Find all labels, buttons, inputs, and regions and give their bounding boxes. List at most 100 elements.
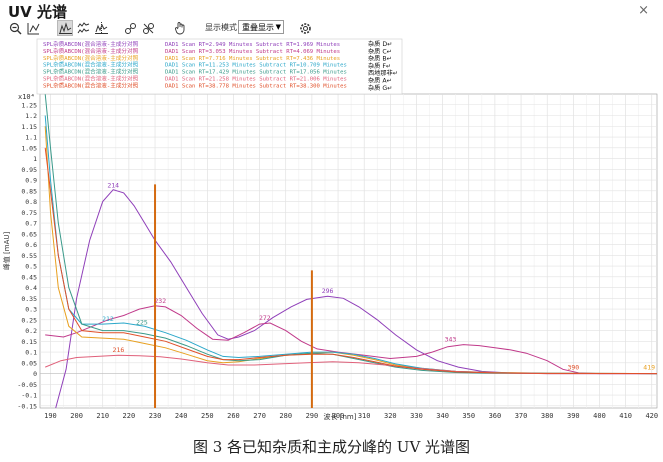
legend-sample-name: SPL杂质ABCDN(混合溶液-主成分对照 xyxy=(43,40,139,48)
x-tick-label: 400 xyxy=(593,412,606,420)
legend-scan-info: DAD1 Scan RT=3.053 Minutes Subtract RT=4… xyxy=(165,49,340,55)
figure-caption: 图 3 各已知杂质和主成分峰的 UV 光谱图 xyxy=(192,438,471,456)
x-tick-label: 330 xyxy=(410,412,423,420)
settings-gear-icon[interactable] xyxy=(298,20,312,36)
y-tick-label: 0.4 xyxy=(25,284,37,292)
x-axis-label: 波长 [nm] xyxy=(324,412,357,421)
x-tick-label: 240 xyxy=(175,412,188,420)
y-tick-label: 0.1 xyxy=(25,349,37,357)
y-tick-label: 0.9 xyxy=(25,177,37,185)
x-tick-label: 350 xyxy=(462,412,475,420)
peak-label-212: 212 xyxy=(102,315,114,323)
peak-label-232: 232 xyxy=(154,297,166,305)
y-multiplier-label: x10⁴ xyxy=(18,93,35,101)
x-tick-label: 200 xyxy=(70,412,83,420)
peak-label-272: 272 xyxy=(259,314,271,322)
legend-compound-name: 杂质 F↵ xyxy=(368,62,391,70)
y-tick-label: 0.7 xyxy=(25,220,37,228)
overlay-view-icon[interactable] xyxy=(57,20,73,36)
y-tick-label: -0.15 xyxy=(17,402,37,410)
y-tick-label: 0.8 xyxy=(25,198,37,206)
link-icon[interactable] xyxy=(123,20,137,36)
y-tick-label: 0.15 xyxy=(21,338,37,346)
x-tick-label: 360 xyxy=(489,412,502,420)
x-tick-label: 210 xyxy=(96,412,109,420)
peak-label-343: 343 xyxy=(445,335,457,343)
legend-sample-name: SPL杂质ABCDN(混合溶液-主成分对照 xyxy=(43,81,139,89)
x-tick-label: 340 xyxy=(436,412,449,420)
unlink-icon[interactable] xyxy=(141,20,155,36)
y-axis-label: 峰值 [mAU] xyxy=(2,232,11,271)
y-tick-label: 0.05 xyxy=(21,359,37,367)
y-tick-label: 1.2 xyxy=(25,112,37,120)
x-tick-label: 190 xyxy=(44,412,57,420)
y-tick-label: 0.65 xyxy=(21,230,37,238)
legend-sample-name: SPL杂质ABCDN(混合溶液-主成分对照 xyxy=(43,75,139,83)
split-view-icon[interactable] xyxy=(93,20,109,36)
y-tick-label: 0.75 xyxy=(21,209,37,217)
y-tick-label: 1.1 xyxy=(25,134,37,142)
legend-scan-info: DAD1 Scan RT=7.716 Minutes Subtract RT=7… xyxy=(165,56,340,62)
legend-sample-name: SPL杂质ABCDN(混合溶液-主成分对照 xyxy=(43,54,139,62)
y-tick-label: 1 xyxy=(33,155,37,163)
y-tick-label: 1.25 xyxy=(21,101,37,109)
window-title: UV 光谱 xyxy=(8,3,68,21)
legend-compound-name: 杂质 D↵ xyxy=(368,40,392,48)
y-tick-label: 0.85 xyxy=(21,187,37,195)
close-icon[interactable]: × xyxy=(638,3,649,18)
x-tick-label: 280 xyxy=(279,412,292,420)
legend-scan-info: DAD1 Scan RT=38.778 Minutes Subtract RT=… xyxy=(165,83,347,89)
x-tick-label: 230 xyxy=(149,412,162,420)
x-tick-label: 220 xyxy=(123,412,136,420)
uv-spectrum-chart[interactable]: 190 200 210 220 230 240 250 260 270 280 290 300 310 3… xyxy=(0,36,663,422)
y-tick-label: 0 xyxy=(33,370,37,378)
autoscale-icon[interactable] xyxy=(26,20,40,36)
legend-compound-name: 杂质 C↵ xyxy=(368,47,392,55)
peak-label-216: 216 xyxy=(113,346,125,354)
display-mode-select[interactable]: 重叠显示 ▼ xyxy=(238,20,284,34)
hand-pointer-icon[interactable] xyxy=(173,20,189,36)
x-tick-label: 420 xyxy=(645,412,658,420)
x-tick-label: 390 xyxy=(567,412,580,420)
x-tick-label: 380 xyxy=(541,412,554,420)
legend-scan-info: DAD1 Scan RT=21.258 Minutes Subtract RT=… xyxy=(165,77,347,83)
legend-compound-name: 西地那非↵ xyxy=(368,69,398,77)
y-tick-label: 0.5 xyxy=(25,263,37,271)
x-tick-label: 260 xyxy=(227,412,240,420)
y-tick-label: 0.35 xyxy=(21,295,37,303)
stack-view-icon[interactable] xyxy=(75,20,91,36)
legend-scan-info: DAD1 Scan RT=11.253 Minutes Subtract RT=… xyxy=(165,63,347,69)
zoom-out-icon[interactable] xyxy=(8,20,22,36)
y-tick-label: -0.05 xyxy=(17,381,37,389)
x-tick-label: 370 xyxy=(515,412,528,420)
x-tick-label: 290 xyxy=(306,412,319,420)
peak-label-225: 225 xyxy=(136,318,148,326)
x-tick-label: 410 xyxy=(619,412,632,420)
window-titlebar: UV 光谱 × xyxy=(0,0,663,21)
y-tick-label: 0.2 xyxy=(25,327,37,335)
y-tick-label: 1.15 xyxy=(21,123,37,131)
display-mode-label: 显示模式 xyxy=(205,23,237,32)
legend-compound-name: 杂质 A↵ xyxy=(368,77,392,85)
y-tick-label: 0.55 xyxy=(21,252,37,260)
legend-compound-name: 杂质 G↵ xyxy=(368,84,392,92)
chevron-down-icon: ▼ xyxy=(275,23,281,31)
legend-sample-name: SPL杂质ABCDN(混合溶液-主成分对照 xyxy=(43,61,139,69)
legend-scan-info: DAD1 Scan RT=17.429 Minutes Subtract RT=… xyxy=(165,70,347,76)
y-tick-label: 0.25 xyxy=(21,316,37,324)
y-tick-label: 0.45 xyxy=(21,273,37,281)
y-tick-label: 0.3 xyxy=(25,306,37,314)
chart-gridlines xyxy=(39,93,658,409)
legend-box: SPL杂质ABCDN(混合溶液-主成分对照 DAD1 Scan RT=2.949 … xyxy=(36,38,403,95)
peak-label-214: 214 xyxy=(107,182,119,190)
y-tick-label: 1.05 xyxy=(21,144,37,152)
peak-label-419: 419 xyxy=(643,363,655,371)
legend-sample-name: SPL杂质ABCDN(混合溶液-主成分对照 xyxy=(43,68,139,76)
legend-compound-name: 杂质 B↵ xyxy=(368,55,392,63)
legend-scan-info: DAD1 Scan RT=2.949 Minutes Subtract RT=1… xyxy=(165,42,340,48)
x-tick-label: 310 xyxy=(358,412,371,420)
x-tick-label: 320 xyxy=(384,412,397,420)
display-mode-value: 重叠显示 xyxy=(242,23,274,32)
y-tick-label: 0.95 xyxy=(21,166,37,174)
peak-label-296: 296 xyxy=(322,287,334,295)
